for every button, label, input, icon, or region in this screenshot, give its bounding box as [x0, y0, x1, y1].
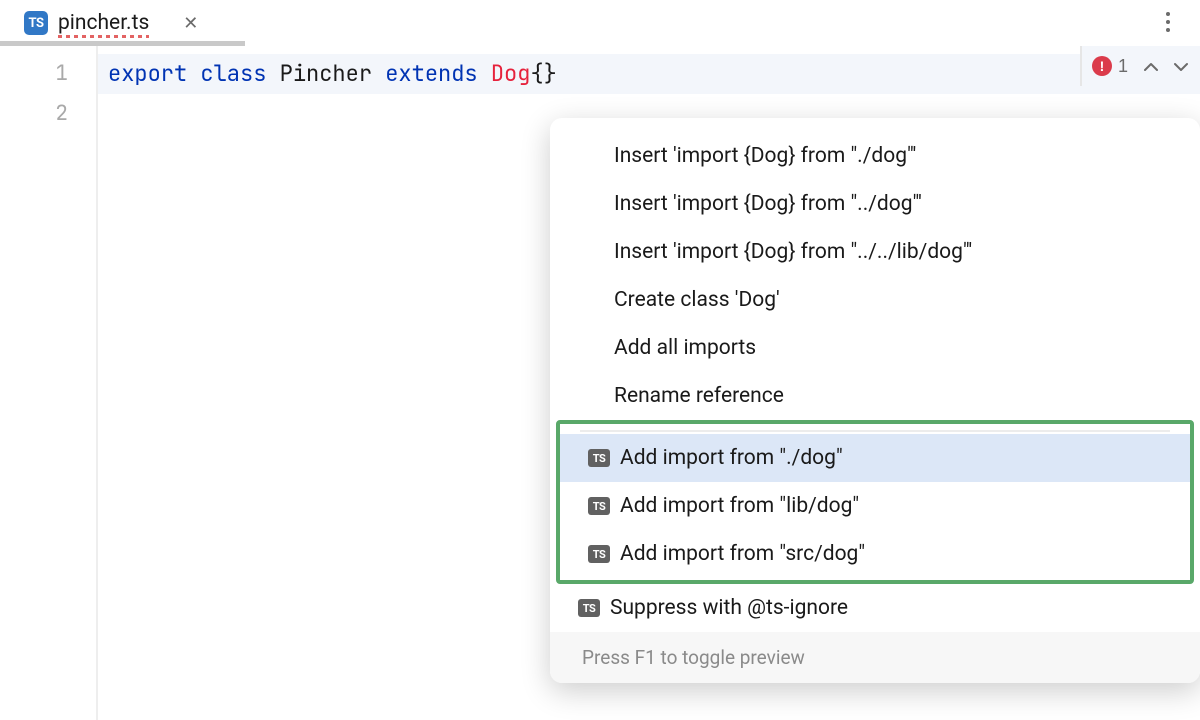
next-error-icon[interactable] [1168, 56, 1194, 77]
unresolved-reference[interactable]: Dog [491, 59, 531, 88]
quickfix-label: Add import from "lib/dog" [620, 494, 859, 518]
quickfix-item[interactable]: Add all imports [550, 324, 1200, 372]
quickfix-item[interactable]: TS Add import from "lib/dog" [560, 482, 1190, 530]
quickfix-item[interactable]: Insert 'import {Dog} from "../dog"' [550, 180, 1200, 228]
quickfix-item[interactable]: TS Add import from "src/dog" [560, 530, 1190, 578]
quickfix-label: Add import from "./dog" [620, 446, 843, 470]
code-line[interactable]: export class Pincher extends Dog{} [98, 54, 1200, 94]
typescript-icon: TS [578, 599, 600, 617]
line-number-gutter: 1 2 [0, 46, 98, 720]
quickfix-label: Suppress with @ts-ignore [610, 596, 848, 620]
quickfix-item-selected[interactable]: TS Add import from "./dog" [560, 434, 1190, 482]
quickfix-item[interactable]: Insert 'import {Dog} from "../../lib/dog… [550, 228, 1200, 276]
keyword-export: export [108, 59, 187, 88]
typescript-icon: TS [588, 497, 610, 515]
quickfix-item[interactable]: TS Suppress with @ts-ignore [550, 584, 1200, 632]
tab-filename: pincher.ts [58, 11, 149, 35]
inspection-widget[interactable]: ! 1 [1080, 46, 1200, 86]
close-tab-icon[interactable]: ✕ [177, 13, 204, 34]
quickfix-item[interactable]: Rename reference [550, 372, 1200, 420]
file-tab[interactable]: TS pincher.ts ✕ [16, 7, 212, 39]
typescript-icon: TS [24, 11, 48, 35]
typescript-icon: TS [588, 449, 610, 467]
quickfix-item[interactable]: Create class 'Dog' [550, 276, 1200, 324]
quickfix-popup: Insert 'import {Dog} from "./dog"' Inser… [550, 118, 1200, 683]
class-name: Pincher [280, 59, 372, 88]
error-icon: ! [1092, 56, 1112, 76]
tab-bar: TS pincher.ts ✕ [0, 0, 1200, 46]
separator [580, 430, 1170, 432]
quickfix-item[interactable]: Insert 'import {Dog} from "./dog"' [550, 132, 1200, 180]
keyword-class: class [200, 59, 266, 88]
error-count: 1 [1118, 56, 1128, 77]
typescript-icon: TS [588, 545, 610, 563]
keyword-extends: extends [385, 59, 477, 88]
quickfix-label: Add import from "src/dog" [620, 542, 865, 566]
line-number: 2 [0, 94, 96, 134]
prev-error-icon[interactable] [1138, 56, 1164, 77]
highlighted-group: TS Add import from "./dog" TS Add import… [556, 420, 1194, 584]
line-number: 1 [0, 54, 96, 94]
popup-footer-hint: Press F1 to toggle preview [550, 632, 1200, 683]
braces: {} [530, 59, 556, 88]
kebab-menu-icon[interactable] [1156, 10, 1180, 34]
